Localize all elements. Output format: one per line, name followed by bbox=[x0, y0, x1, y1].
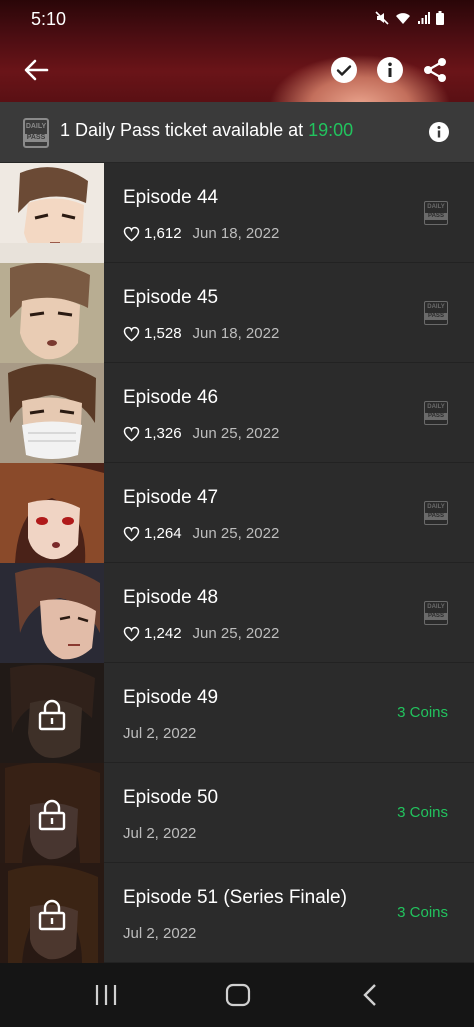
daily-pass-message: 1 Daily Pass ticket available at 19:00 bbox=[60, 120, 353, 141]
episode-row[interactable]: Episode 44 1,612 Jun 18, 2022 DAILY PASS bbox=[0, 163, 474, 263]
episode-title: Episode 44 bbox=[123, 187, 219, 208]
lock-icon bbox=[38, 799, 66, 831]
episode-meta: 1,326 Jun 25, 2022 bbox=[123, 425, 279, 442]
like-count: 1,326 bbox=[144, 425, 182, 442]
episode-date: Jun 18, 2022 bbox=[192, 225, 280, 242]
coin-price: 3 Coins bbox=[397, 904, 448, 921]
episode-list: Episode 44 1,612 Jun 18, 2022 DAILY PASS … bbox=[0, 163, 474, 963]
episode-thumbnail bbox=[0, 263, 104, 363]
series-info-button[interactable] bbox=[372, 52, 408, 88]
lock-icon bbox=[38, 699, 66, 731]
status-bar: 5:10 bbox=[0, 0, 474, 40]
episode-title: Episode 47 bbox=[123, 487, 219, 508]
battery-icon bbox=[436, 11, 444, 25]
episode-meta: 1,264 Jun 25, 2022 bbox=[123, 525, 279, 542]
like-count: 1,528 bbox=[144, 325, 182, 342]
episode-row[interactable]: Episode 47 1,264 Jun 25, 2022 DAILY PASS bbox=[0, 463, 474, 563]
like-count: 1,264 bbox=[144, 525, 182, 542]
daily-pass-badge-icon: DAILY PASS bbox=[424, 401, 448, 425]
status-icons bbox=[375, 11, 444, 25]
like-count: 1,612 bbox=[144, 225, 182, 242]
daily-pass-icon-label: DAILY bbox=[25, 123, 47, 130]
episode-date: Jun 25, 2022 bbox=[192, 625, 280, 642]
episode-meta: 1,528 Jun 18, 2022 bbox=[123, 325, 279, 342]
coin-price: 3 Coins bbox=[397, 704, 448, 721]
episode-title: Episode 49 bbox=[123, 687, 219, 708]
episode-title: Episode 51 (Series Finale) bbox=[123, 887, 347, 908]
episode-date: Jun 25, 2022 bbox=[192, 425, 280, 442]
heart-icon bbox=[123, 626, 140, 641]
episode-title: Episode 48 bbox=[123, 587, 219, 608]
check-circle-icon bbox=[331, 57, 357, 83]
lock-icon bbox=[38, 899, 66, 931]
daily-pass-badge-icon: DAILY PASS bbox=[424, 301, 448, 325]
heart-icon bbox=[123, 426, 140, 441]
status-time: 5:10 bbox=[31, 9, 67, 29]
coin-price: 3 Coins bbox=[397, 804, 448, 821]
episode-row[interactable]: Episode 49 Jul 2, 2022 3 Coins bbox=[0, 663, 474, 763]
signal-icon bbox=[418, 11, 430, 24]
episode-row[interactable]: Episode 51 (Series Finale) Jul 2, 2022 3… bbox=[0, 863, 474, 963]
share-button[interactable] bbox=[417, 52, 453, 88]
mute-icon bbox=[375, 11, 389, 25]
home-icon bbox=[225, 983, 251, 1007]
daily-pass-badge-icon: DAILY PASS bbox=[424, 601, 448, 625]
info-circle-icon bbox=[377, 57, 403, 83]
daily-pass-time: 19:00 bbox=[308, 120, 354, 140]
episode-title: Episode 45 bbox=[123, 287, 219, 308]
episode-title: Episode 50 bbox=[123, 787, 219, 808]
episode-row[interactable]: Episode 46 1,326 Jun 25, 2022 DAILY PASS bbox=[0, 363, 474, 463]
episode-date: Jun 18, 2022 bbox=[192, 325, 280, 342]
header: 5:10 bbox=[0, 0, 474, 102]
select-episodes-button[interactable] bbox=[326, 52, 362, 88]
heart-icon bbox=[123, 526, 140, 541]
episode-thumbnail bbox=[0, 463, 104, 563]
share-icon bbox=[424, 58, 446, 82]
like-count: 1,242 bbox=[144, 625, 182, 642]
recents-button[interactable] bbox=[86, 977, 126, 1013]
episode-row[interactable]: Episode 48 1,242 Jun 25, 2022 DAILY PASS bbox=[0, 563, 474, 663]
episode-date: Jul 2, 2022 bbox=[123, 925, 197, 942]
daily-pass-message-text: 1 Daily Pass ticket available at bbox=[60, 120, 309, 140]
info-circle-icon bbox=[429, 122, 449, 142]
episode-thumbnail bbox=[0, 163, 104, 263]
daily-pass-badge-icon: DAILY PASS bbox=[424, 201, 448, 225]
daily-pass-badge-icon: DAILY PASS bbox=[424, 501, 448, 525]
home-button[interactable] bbox=[218, 977, 258, 1013]
episode-date: Jun 25, 2022 bbox=[192, 525, 280, 542]
system-nav-bar bbox=[0, 963, 474, 1027]
system-back-button[interactable] bbox=[350, 977, 390, 1013]
episode-title: Episode 46 bbox=[123, 387, 219, 408]
heart-icon bbox=[123, 226, 140, 241]
episode-thumbnail bbox=[0, 563, 104, 663]
back-button[interactable] bbox=[18, 52, 54, 88]
heart-icon bbox=[123, 326, 140, 341]
chevron-left-icon bbox=[363, 984, 376, 1006]
episode-meta: 1,612 Jun 18, 2022 bbox=[123, 225, 279, 242]
daily-pass-icon: DAILY PASS bbox=[23, 118, 49, 148]
recents-icon bbox=[95, 985, 117, 1005]
daily-pass-icon-sublabel: PASS bbox=[25, 134, 47, 142]
episode-date: Jul 2, 2022 bbox=[123, 725, 197, 742]
episode-thumbnail bbox=[0, 363, 104, 463]
wifi-icon bbox=[396, 12, 410, 24]
episode-row[interactable]: Episode 45 1,528 Jun 18, 2022 DAILY PASS bbox=[0, 263, 474, 363]
episode-row[interactable]: Episode 50 Jul 2, 2022 3 Coins bbox=[0, 763, 474, 863]
episode-date: Jul 2, 2022 bbox=[123, 825, 197, 842]
episode-meta: 1,242 Jun 25, 2022 bbox=[123, 625, 279, 642]
arrow-left-icon bbox=[24, 59, 49, 81]
daily-pass-info-button[interactable] bbox=[428, 121, 450, 143]
